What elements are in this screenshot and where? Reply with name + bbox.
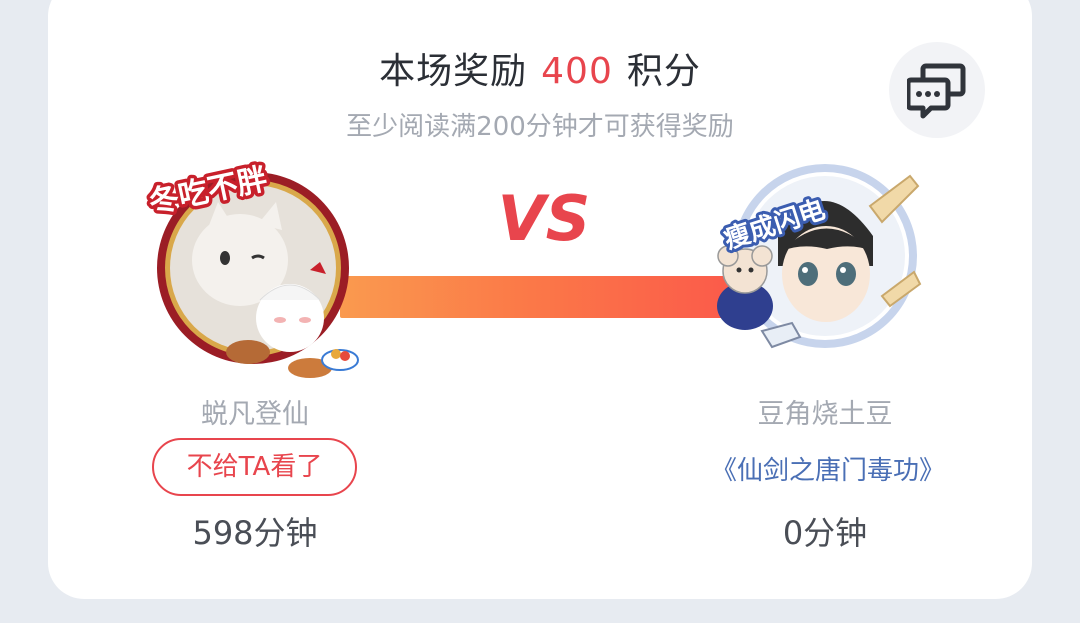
svg-text:VS: VS (498, 182, 591, 255)
chat-bubble-icon (907, 63, 966, 119)
vs-label: VS (498, 182, 591, 255)
right-player-minutes: 0分钟 (782, 514, 868, 552)
chat-button[interactable] (889, 42, 985, 138)
progress-bar (340, 276, 736, 318)
left-player-name: 蜕凡登仙 (201, 399, 309, 430)
left-player-avatar[interactable]: 冬吃不胖 冬吃不胖 (140, 140, 380, 390)
reward-points: 400 (541, 51, 613, 92)
right-player-name: 豆角烧土豆 (757, 399, 893, 430)
reward-suffix: 积分 (626, 51, 701, 92)
book-title-link[interactable]: 《仙剑之唐门毒功》 (688, 450, 968, 487)
stop-sharing-button[interactable]: 不给TA看了 (152, 438, 357, 496)
right-player-avatar[interactable]: 瘦成闪电 瘦成闪电 (700, 156, 930, 356)
left-player-minutes: 598分钟 (192, 514, 318, 552)
reward-prefix: 本场奖励 (379, 51, 528, 92)
